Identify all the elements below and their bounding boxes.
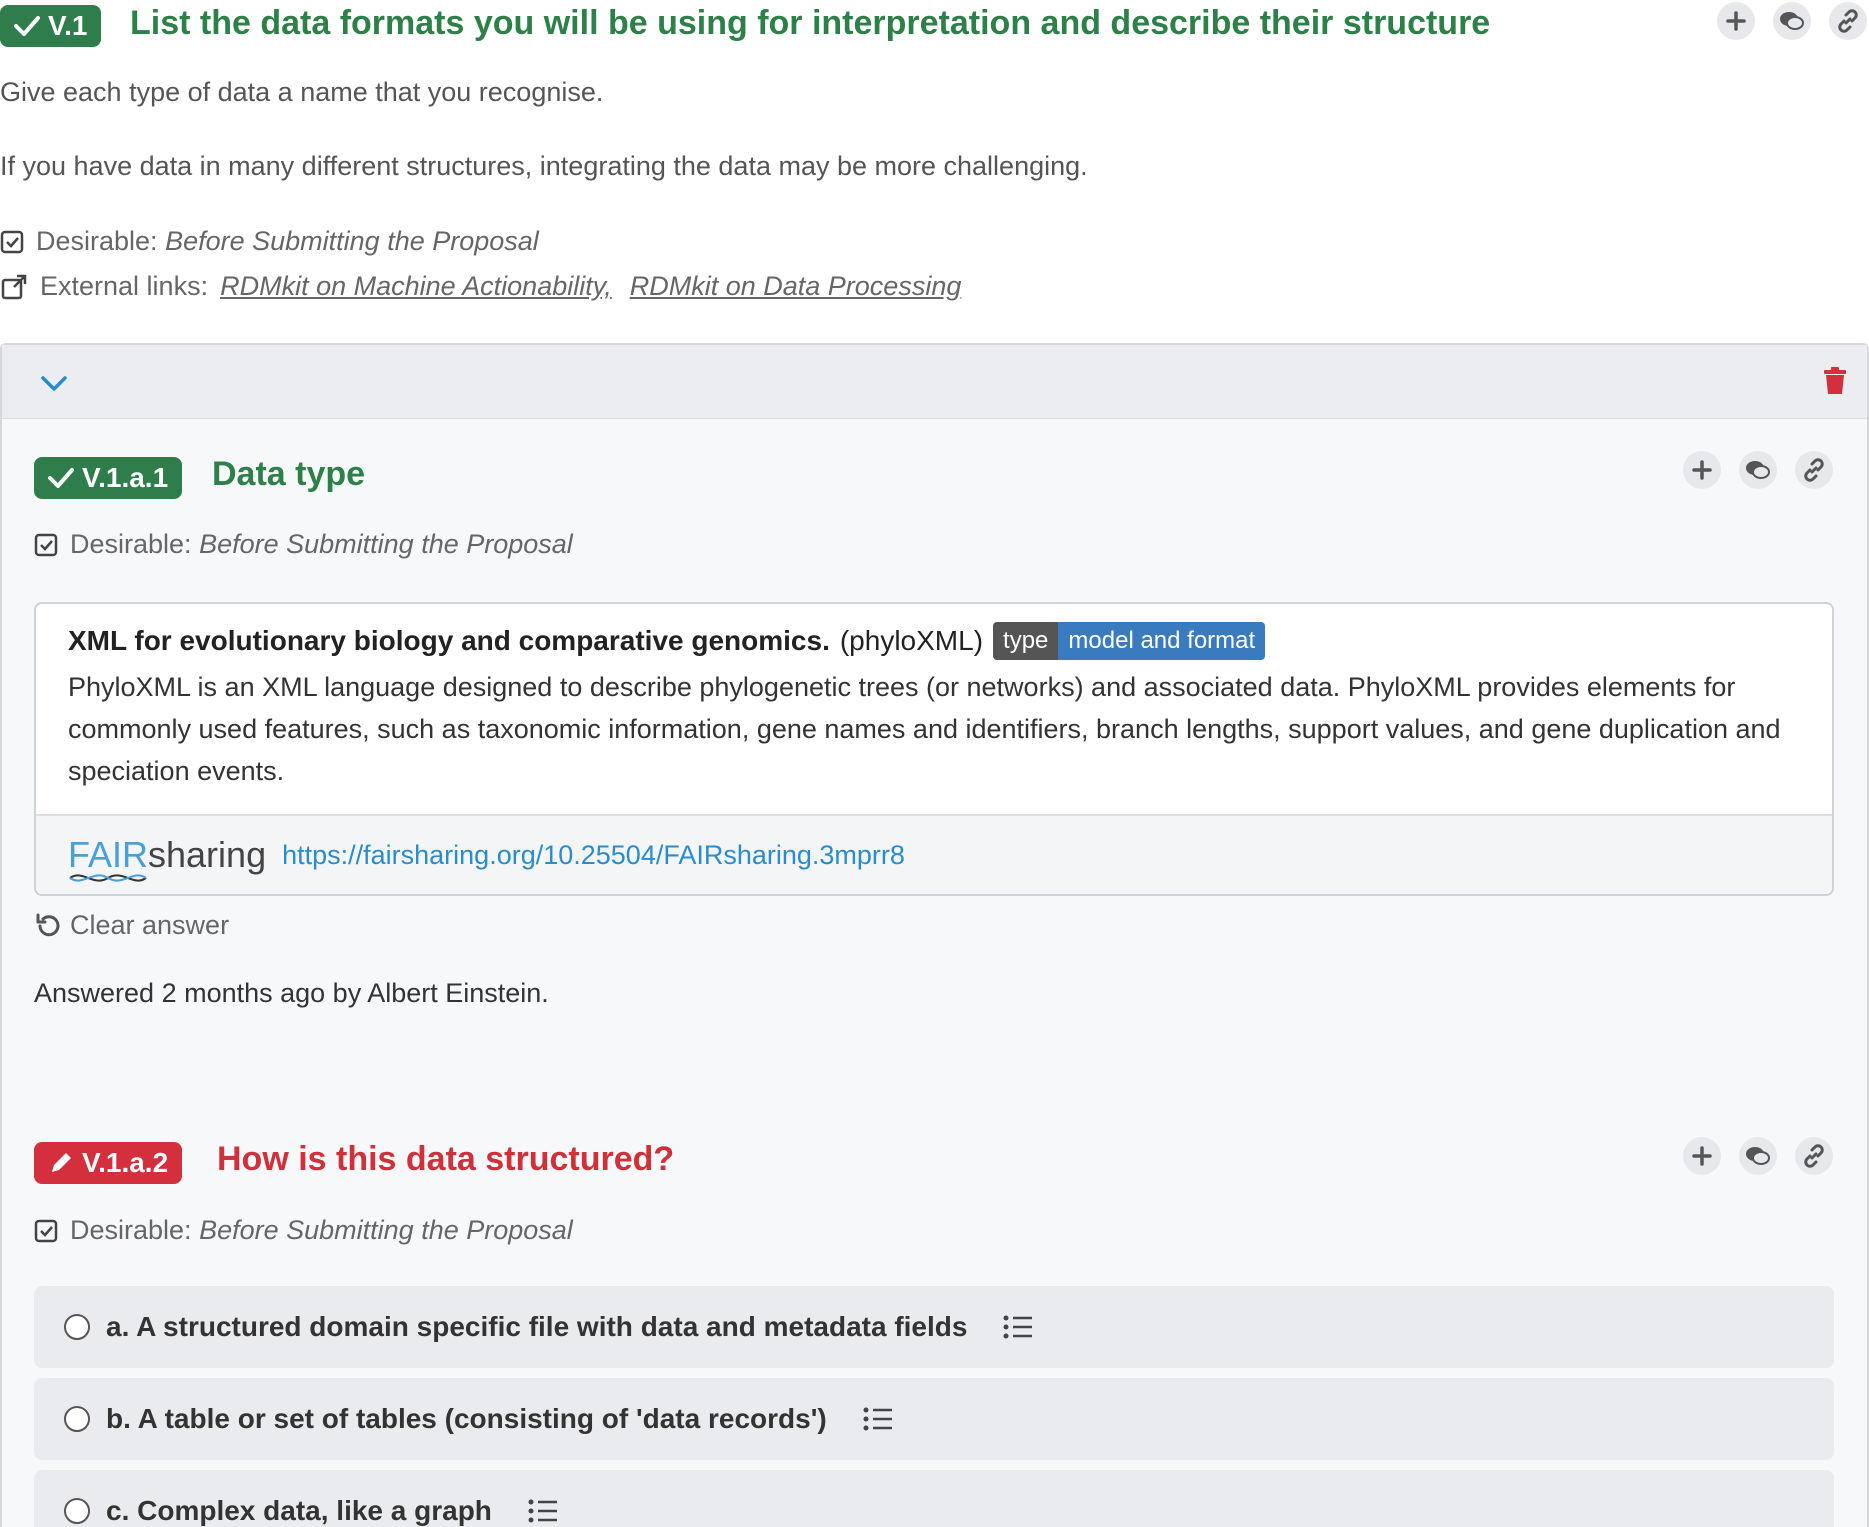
- desirable-value: Before Submitting the Proposal: [165, 226, 539, 256]
- fairsharing-logo: FAIRsharing: [68, 837, 266, 882]
- selected-answer-card: XML for evolutionary biology and compara…: [34, 602, 1834, 896]
- comments-icon: [1746, 1147, 1770, 1165]
- option-label: b. A table or set of tables (consisting …: [106, 1403, 827, 1434]
- desirable-label: Desirable:: [70, 529, 192, 559]
- question-description-1: Give each type of data a name that you r…: [0, 77, 604, 107]
- desirable-phase: Desirable: Before Submitting the Proposa…: [0, 226, 539, 257]
- check-icon: [14, 16, 40, 36]
- option-label: a. A structured domain specific file wit…: [106, 1311, 968, 1342]
- answered-info: Answered 2 months ago by Albert Einstein…: [34, 978, 549, 1008]
- subquestion-1-badge: V.1.a.1: [34, 457, 183, 499]
- trash-icon[interactable]: [1823, 367, 1847, 395]
- plus-icon: [1726, 11, 1746, 31]
- question-badge: V.1: [0, 5, 102, 47]
- copy-link-button[interactable]: [1795, 451, 1833, 489]
- subquestion-1-desirable: Desirable: Before Submitting the Proposa…: [34, 529, 573, 560]
- subquestion-2-desirable: Desirable: Before Submitting the Proposa…: [34, 1215, 573, 1246]
- desirable-value: Before Submitting the Proposal: [199, 1215, 573, 1245]
- plus-icon: [1692, 1146, 1712, 1166]
- question-title: List the data formats you will be using …: [130, 4, 1491, 42]
- add-item-button[interactable]: [1683, 451, 1721, 489]
- desirable-label: Desirable:: [36, 226, 158, 256]
- radio-button[interactable]: [64, 1314, 90, 1340]
- questionnaire-page: V.1 List the data formats you will be us…: [0, 0, 1869, 1527]
- comments-button[interactable]: [1739, 1137, 1777, 1175]
- external-links: External links: RDMkit on Machine Action…: [0, 271, 961, 302]
- item-toolbar: [2, 345, 1867, 419]
- checkbox-icon: [0, 230, 24, 253]
- tag-key: type: [993, 622, 1059, 660]
- external-link-machine-actionability[interactable]: RDMkit on Machine Actionability,: [220, 271, 612, 302]
- subquestion-2-actions: [1683, 1137, 1833, 1175]
- desirable-value: Before Submitting the Proposal: [199, 529, 573, 559]
- external-links-label: External links:: [40, 271, 209, 301]
- comments-button[interactable]: [1773, 2, 1811, 40]
- external-link-data-processing[interactable]: RDMkit on Data Processing: [630, 271, 962, 302]
- link-icon: [1804, 458, 1824, 482]
- subquestion-1-title: Data type: [212, 455, 366, 493]
- checkbox-icon: [34, 1219, 58, 1242]
- answer-description: PhyloXML is an XML language designed to …: [68, 672, 1781, 786]
- type-tag: type model and format: [993, 622, 1266, 660]
- clear-answer-label: Clear answer: [70, 910, 230, 940]
- add-item-button[interactable]: [1717, 2, 1755, 40]
- radio-button[interactable]: [64, 1406, 90, 1432]
- copy-link-button[interactable]: [1795, 1137, 1833, 1175]
- subquestion-2-title: How is this data structured?: [217, 1140, 675, 1178]
- question-header: V.1 List the data formats you will be us…: [0, 0, 1869, 52]
- question-actions: [1717, 2, 1867, 40]
- add-item-button[interactable]: [1683, 1137, 1721, 1175]
- clear-answer-button[interactable]: Clear answer: [34, 910, 229, 941]
- list-icon[interactable]: [1003, 1315, 1033, 1339]
- subquestion-1-number: V.1.a.1: [82, 462, 169, 493]
- list-icon[interactable]: [528, 1499, 558, 1523]
- answer-title: XML for evolutionary biology and compara…: [68, 622, 1800, 660]
- answer-option-c[interactable]: c. Complex data, like a graph: [34, 1470, 1834, 1527]
- chevron-down-icon[interactable]: [40, 375, 68, 393]
- answer-name: XML for evolutionary biology and compara…: [68, 625, 830, 656]
- answer-option-a[interactable]: a. A structured domain specific file wit…: [34, 1286, 1834, 1368]
- checkbox-icon: [34, 533, 58, 556]
- list-icon[interactable]: [863, 1407, 893, 1431]
- question-description-2: If you have data in many different struc…: [0, 151, 1088, 181]
- option-label: c. Complex data, like a graph: [106, 1495, 492, 1526]
- copy-link-button[interactable]: [1829, 2, 1867, 40]
- link-icon: [1838, 9, 1858, 33]
- check-icon: [48, 468, 74, 488]
- question-number: V.1: [48, 10, 88, 41]
- tag-value: model and format: [1058, 622, 1266, 660]
- link-icon: [1804, 1144, 1824, 1168]
- pencil-icon: [52, 1153, 71, 1172]
- comments-icon: [1780, 12, 1804, 30]
- subquestion-2-badge: V.1.a.2: [34, 1142, 183, 1184]
- undo-icon: [36, 913, 60, 936]
- external-link-icon: [1, 274, 27, 299]
- radio-button[interactable]: [64, 1498, 90, 1524]
- fairsharing-url[interactable]: https://fairsharing.org/10.25504/FAIRsha…: [282, 840, 905, 871]
- desirable-label: Desirable:: [70, 1215, 192, 1245]
- subquestion-1-actions: [1683, 451, 1833, 489]
- answer-footer: FAIRsharing https://fairsharing.org/10.2…: [36, 814, 1832, 894]
- comments-button[interactable]: [1739, 451, 1777, 489]
- answer-abbreviation: (phyloXML): [839, 625, 984, 656]
- answer-option-b[interactable]: b. A table or set of tables (consisting …: [34, 1378, 1834, 1460]
- plus-icon: [1692, 460, 1712, 480]
- comments-icon: [1746, 461, 1770, 479]
- subquestion-2-number: V.1.a.2: [82, 1147, 169, 1178]
